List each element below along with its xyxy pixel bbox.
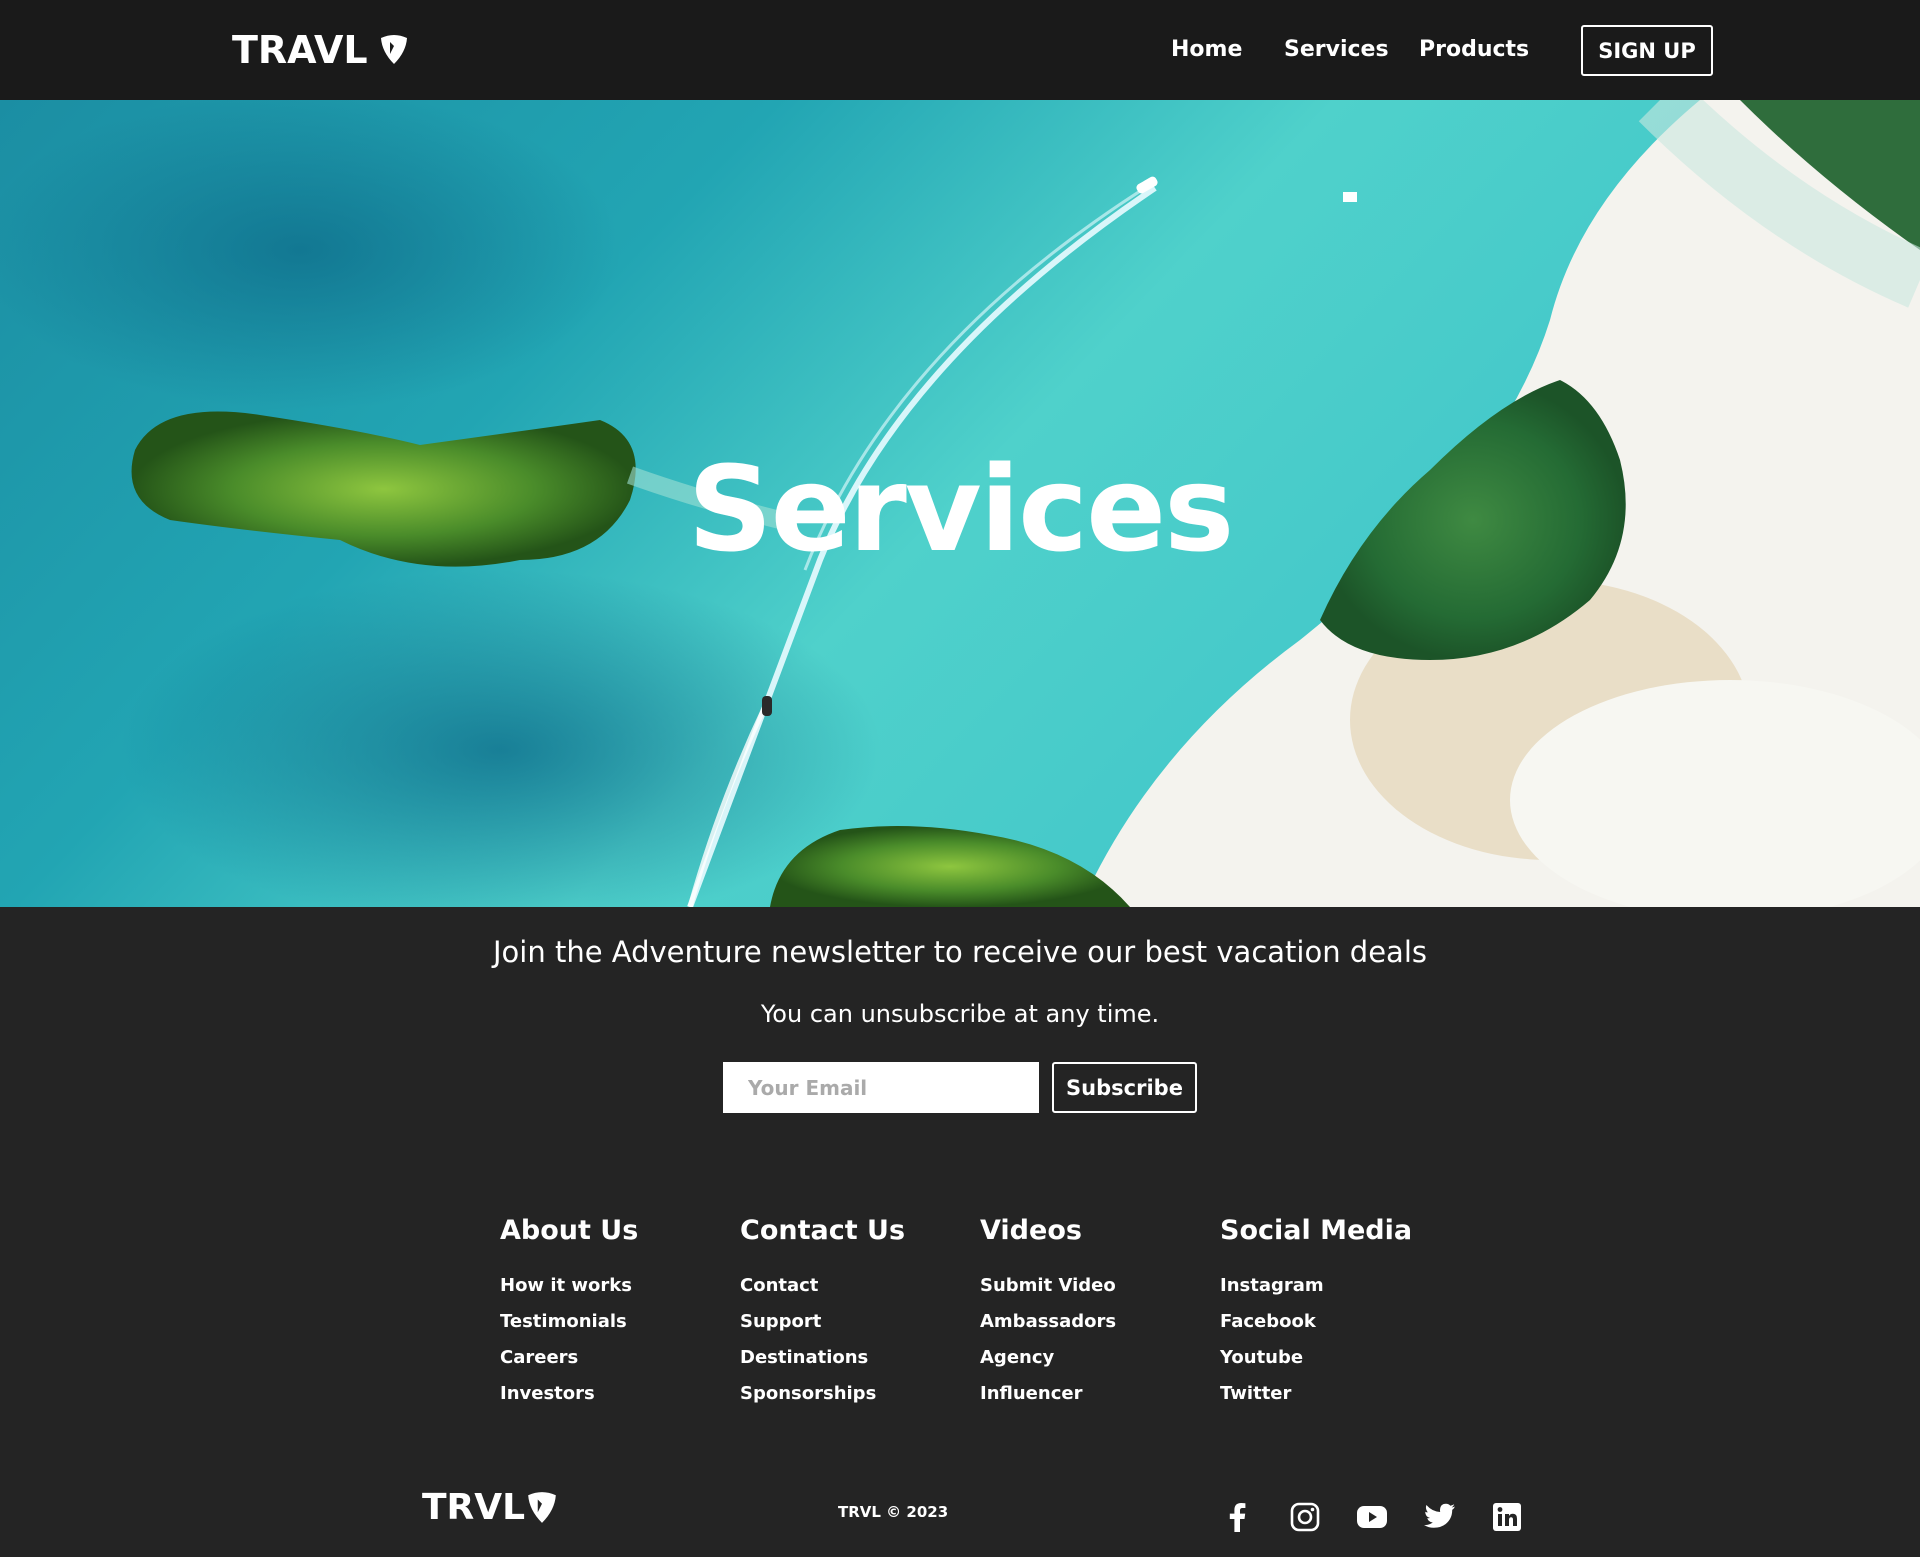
footer-link-facebook[interactable]: Facebook	[1220, 1304, 1450, 1340]
linkedin-icon[interactable]	[1490, 1500, 1524, 1534]
subscribe-button[interactable]: Subscribe	[1052, 1062, 1197, 1113]
footer-column-videos: Videos Submit Video Ambassadors Agency I…	[980, 1215, 1210, 1412]
footer-logo-text: TRVL	[422, 1487, 526, 1528]
footer-link-careers[interactable]: Careers	[500, 1340, 730, 1376]
footer-link-agency[interactable]: Agency	[980, 1340, 1210, 1376]
footer-link-testimonials[interactable]: Testimonials	[500, 1304, 730, 1340]
email-input[interactable]	[723, 1062, 1039, 1113]
footer-link-destinations[interactable]: Destinations	[740, 1340, 970, 1376]
nav-products-link[interactable]: Products	[1419, 37, 1529, 62]
logo-icon	[380, 35, 407, 64]
newsletter-subtext: You can unsubscribe at any time.	[760, 1000, 1160, 1028]
facebook-icon[interactable]	[1220, 1500, 1254, 1534]
youtube-icon[interactable]	[1355, 1500, 1389, 1534]
hero-section: Services	[0, 100, 1920, 907]
navbar: TRAVL Home Services Products SIGN UP	[0, 0, 1920, 100]
newsletter-heading: Join the Adventure newsletter to receive…	[493, 935, 1427, 969]
nav-logo[interactable]: TRAVL	[232, 28, 410, 72]
nav-home-link[interactable]: Home	[1171, 37, 1242, 62]
footer-column-social: Social Media Instagram Facebook Youtube …	[1220, 1215, 1450, 1412]
footer-column-contact: Contact Us Contact Support Destinations …	[740, 1215, 970, 1412]
footer-link-influencer[interactable]: Influencer	[980, 1376, 1210, 1412]
logo-icon	[528, 1491, 556, 1523]
hero-title: Services	[687, 440, 1235, 578]
footer-link-instagram[interactable]: Instagram	[1220, 1268, 1450, 1304]
footer-link-twitter[interactable]: Twitter	[1220, 1376, 1450, 1412]
nav-services-link[interactable]: Services	[1284, 37, 1389, 62]
footer-link-submit-video[interactable]: Submit Video	[980, 1268, 1210, 1304]
instagram-icon[interactable]	[1288, 1500, 1322, 1534]
footer-logo[interactable]: TRVL	[422, 1487, 559, 1528]
footer-link-sponsorships[interactable]: Sponsorships	[740, 1376, 970, 1412]
footer-column-title: Videos	[980, 1215, 1082, 1246]
twitter-icon[interactable]	[1423, 1500, 1457, 1534]
footer-column-title: Social Media	[1220, 1215, 1413, 1246]
footer-link-ambassadors[interactable]: Ambassadors	[980, 1304, 1210, 1340]
footer-column-title: About Us	[500, 1215, 639, 1246]
footer-link-how-it-works[interactable]: How it works	[500, 1268, 730, 1304]
logo-text: TRAVL	[232, 28, 368, 72]
footer-column-about: About Us How it works Testimonials Caree…	[500, 1215, 730, 1412]
footer-column-title: Contact Us	[740, 1215, 906, 1246]
copyright-text: TRVL © 2023	[838, 1503, 949, 1521]
newsletter-section: Join the Adventure newsletter to receive…	[0, 907, 1920, 1532]
signup-button[interactable]: SIGN UP	[1581, 25, 1713, 76]
footer-link-investors[interactable]: Investors	[500, 1376, 730, 1412]
footer-link-youtube[interactable]: Youtube	[1220, 1340, 1450, 1376]
footer-link-support[interactable]: Support	[740, 1304, 970, 1340]
footer-link-contact[interactable]: Contact	[740, 1268, 970, 1304]
